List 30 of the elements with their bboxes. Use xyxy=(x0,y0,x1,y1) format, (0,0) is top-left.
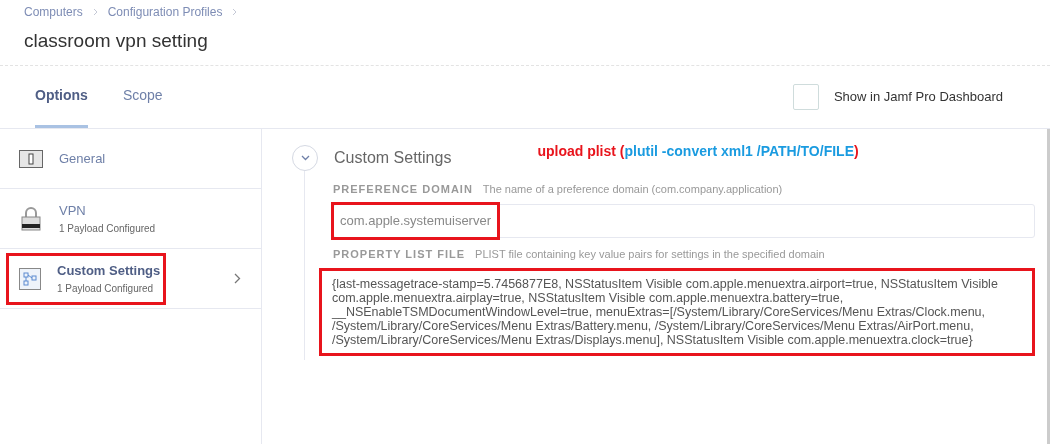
breadcrumb-link[interactable]: Configuration Profiles xyxy=(107,3,223,21)
checkbox[interactable] xyxy=(792,84,819,110)
tab[interactable]: Scope xyxy=(122,66,163,128)
sidebar-item[interactable]: VPN 1 Payload Configured xyxy=(6,192,246,245)
breadcrumb-link[interactable]: Computers xyxy=(24,3,83,21)
item-title: VPN xyxy=(59,202,87,221)
checkbox-label: Show in Jamf Pro Dashboard xyxy=(833,88,1003,107)
padlock-icon xyxy=(21,206,41,231)
field-hint: The name of a preference domain (com.company.application) xyxy=(482,182,783,197)
field-label: PREFERENCE DOMAIN xyxy=(333,182,473,197)
field-hint: PLIST file containing key value pairs for settings in the specified domain xyxy=(475,246,825,262)
item-title: General xyxy=(59,149,106,168)
chevron-right-icon xyxy=(92,8,98,16)
annotation-text: upload plist (plutil -convert xml1 /PATH/TO/FILE) xyxy=(537,141,859,161)
chevron-down-icon xyxy=(300,155,310,161)
item-title: Custom Settings xyxy=(57,262,161,281)
item-subtitle: 1 Payload Configured xyxy=(59,221,156,236)
sidebar-item[interactable]: General xyxy=(6,132,246,185)
input-field[interactable]: com.apple.systemuiserver xyxy=(331,201,500,240)
page-title: classroom vpn setting xyxy=(24,29,209,53)
tab[interactable]: Options xyxy=(35,66,88,128)
chevron-right-icon xyxy=(234,273,241,284)
sidebar-item[interactable]: Custom Settings 1 Payload Configured xyxy=(6,252,166,305)
switch-icon xyxy=(19,149,43,168)
chevron-right-icon xyxy=(232,8,238,16)
field-label: PROPERTY LIST FILE xyxy=(333,246,466,262)
item-subtitle: 1 Payload Configured xyxy=(57,281,155,296)
text-area[interactable]: {last-messagetrace-stamp=5.7456877E8, NSStatusItem Visible com.apple.menuextra.airport=true, NSStatusItem Visible com.apple.menuextra.airplay=true, NSStatusItem Visible com.apple.menuextra.battery=true, __NSEnableTSMDocumentWindowLevel=true, menuExtras=[/System/Library/CoreServices/Menu Extras/Clock.menu, /System/Library/CoreServices/Menu Extras/Battery.menu, /System/Library/CoreServices/Menu Extras/AirPort.menu, /System/Library/CoreServices/Menu Extras/Displays.menu], NSStatusItem Visible com.apple.menuextra.clock=true} xyxy=(319,268,1035,356)
section-title: Custom Settings xyxy=(334,148,452,168)
diagram-icon xyxy=(19,267,41,290)
